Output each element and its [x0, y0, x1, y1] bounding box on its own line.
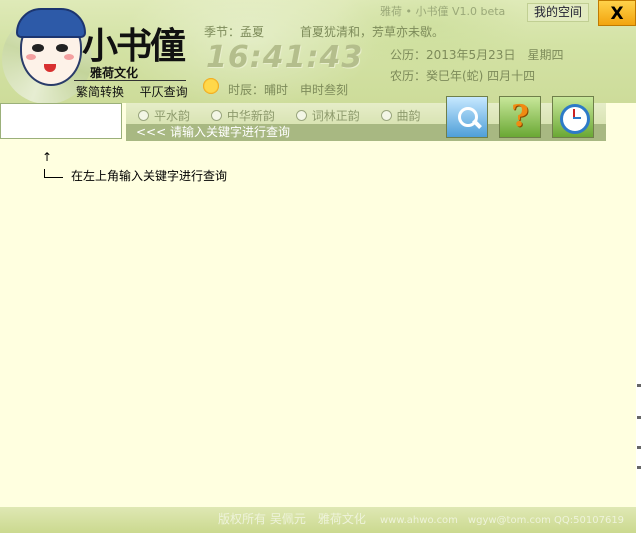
clock-display: 16:41:43: [206, 40, 364, 75]
header: 小书僮 雅荷文化 繁简转换 平仄查询 雅荷 • 小书僮 V1.0 beta 我的…: [0, 0, 636, 110]
clock-tool-button[interactable]: [552, 96, 594, 138]
logo-subtitle: 雅荷文化: [90, 66, 139, 80]
sun-icon: [203, 78, 219, 94]
radio-cilin[interactable]: 词林正韵: [295, 107, 360, 124]
search-tool-button[interactable]: [446, 96, 488, 138]
rhyme-options: 平水韵 中华新韵 词林正韵 曲韵: [138, 107, 438, 124]
instruction-text: 在左上角输入关键字进行查询: [44, 167, 227, 184]
window-title: 雅荷 • 小书僮 V1.0 beta: [380, 5, 506, 18]
search-input[interactable]: [0, 103, 122, 139]
shichen-text: 时辰：晡时 申时叁刻: [228, 83, 349, 97]
clock-icon: [560, 104, 590, 134]
radio-icon: [295, 110, 307, 121]
help-tool-button[interactable]: ?: [499, 96, 541, 138]
logo-divider: [74, 80, 186, 81]
radio-quyun[interactable]: 曲韵: [380, 107, 421, 124]
arrow-up: ↑: [42, 150, 53, 164]
radio-pingshui[interactable]: 平水韵: [138, 107, 190, 124]
side-strip: [636, 0, 641, 533]
convert-link[interactable]: 繁简转换: [76, 85, 124, 99]
corner-line: [44, 169, 63, 178]
my-space-button[interactable]: 我的空间: [527, 3, 589, 22]
logo-title: 小书僮: [82, 25, 186, 67]
radio-icon: [380, 110, 392, 121]
logo: 小书僮 雅荷文化 繁简转换 平仄查询: [2, 6, 202, 104]
radio-zhonghua[interactable]: 中华新韵: [210, 107, 275, 124]
footer: 版权所有 吴佩元 雅荷文化 www.ahwo.com wgyw@tom.com …: [0, 507, 636, 533]
gregorian-date: 公历：2013年5月23日 星期四: [390, 48, 564, 62]
radio-icon: [138, 110, 149, 121]
radio-icon: [210, 110, 222, 121]
logo-actions: 繁简转换 平仄查询: [76, 83, 188, 100]
tone-query-link[interactable]: 平仄查询: [140, 85, 188, 99]
question-icon: ?: [511, 99, 529, 134]
contact-links: www.ahwo.com wgyw@tom.com QQ:50107619: [380, 515, 625, 526]
season-text: 季节：孟夏: [204, 25, 265, 39]
lunar-date: 农历：癸巳年(蛇) 四月十四: [390, 69, 536, 83]
copyright-text: 版权所有 吴佩元 雅荷文化: [218, 512, 366, 526]
mascot-icon: [16, 8, 86, 86]
close-button[interactable]: X: [598, 0, 636, 26]
app-window: 小书僮 雅荷文化 繁简转换 平仄查询 雅荷 • 小书僮 V1.0 beta 我的…: [0, 0, 636, 533]
poem-text: 首夏犹清和，芳草亦未歇。: [300, 25, 445, 39]
